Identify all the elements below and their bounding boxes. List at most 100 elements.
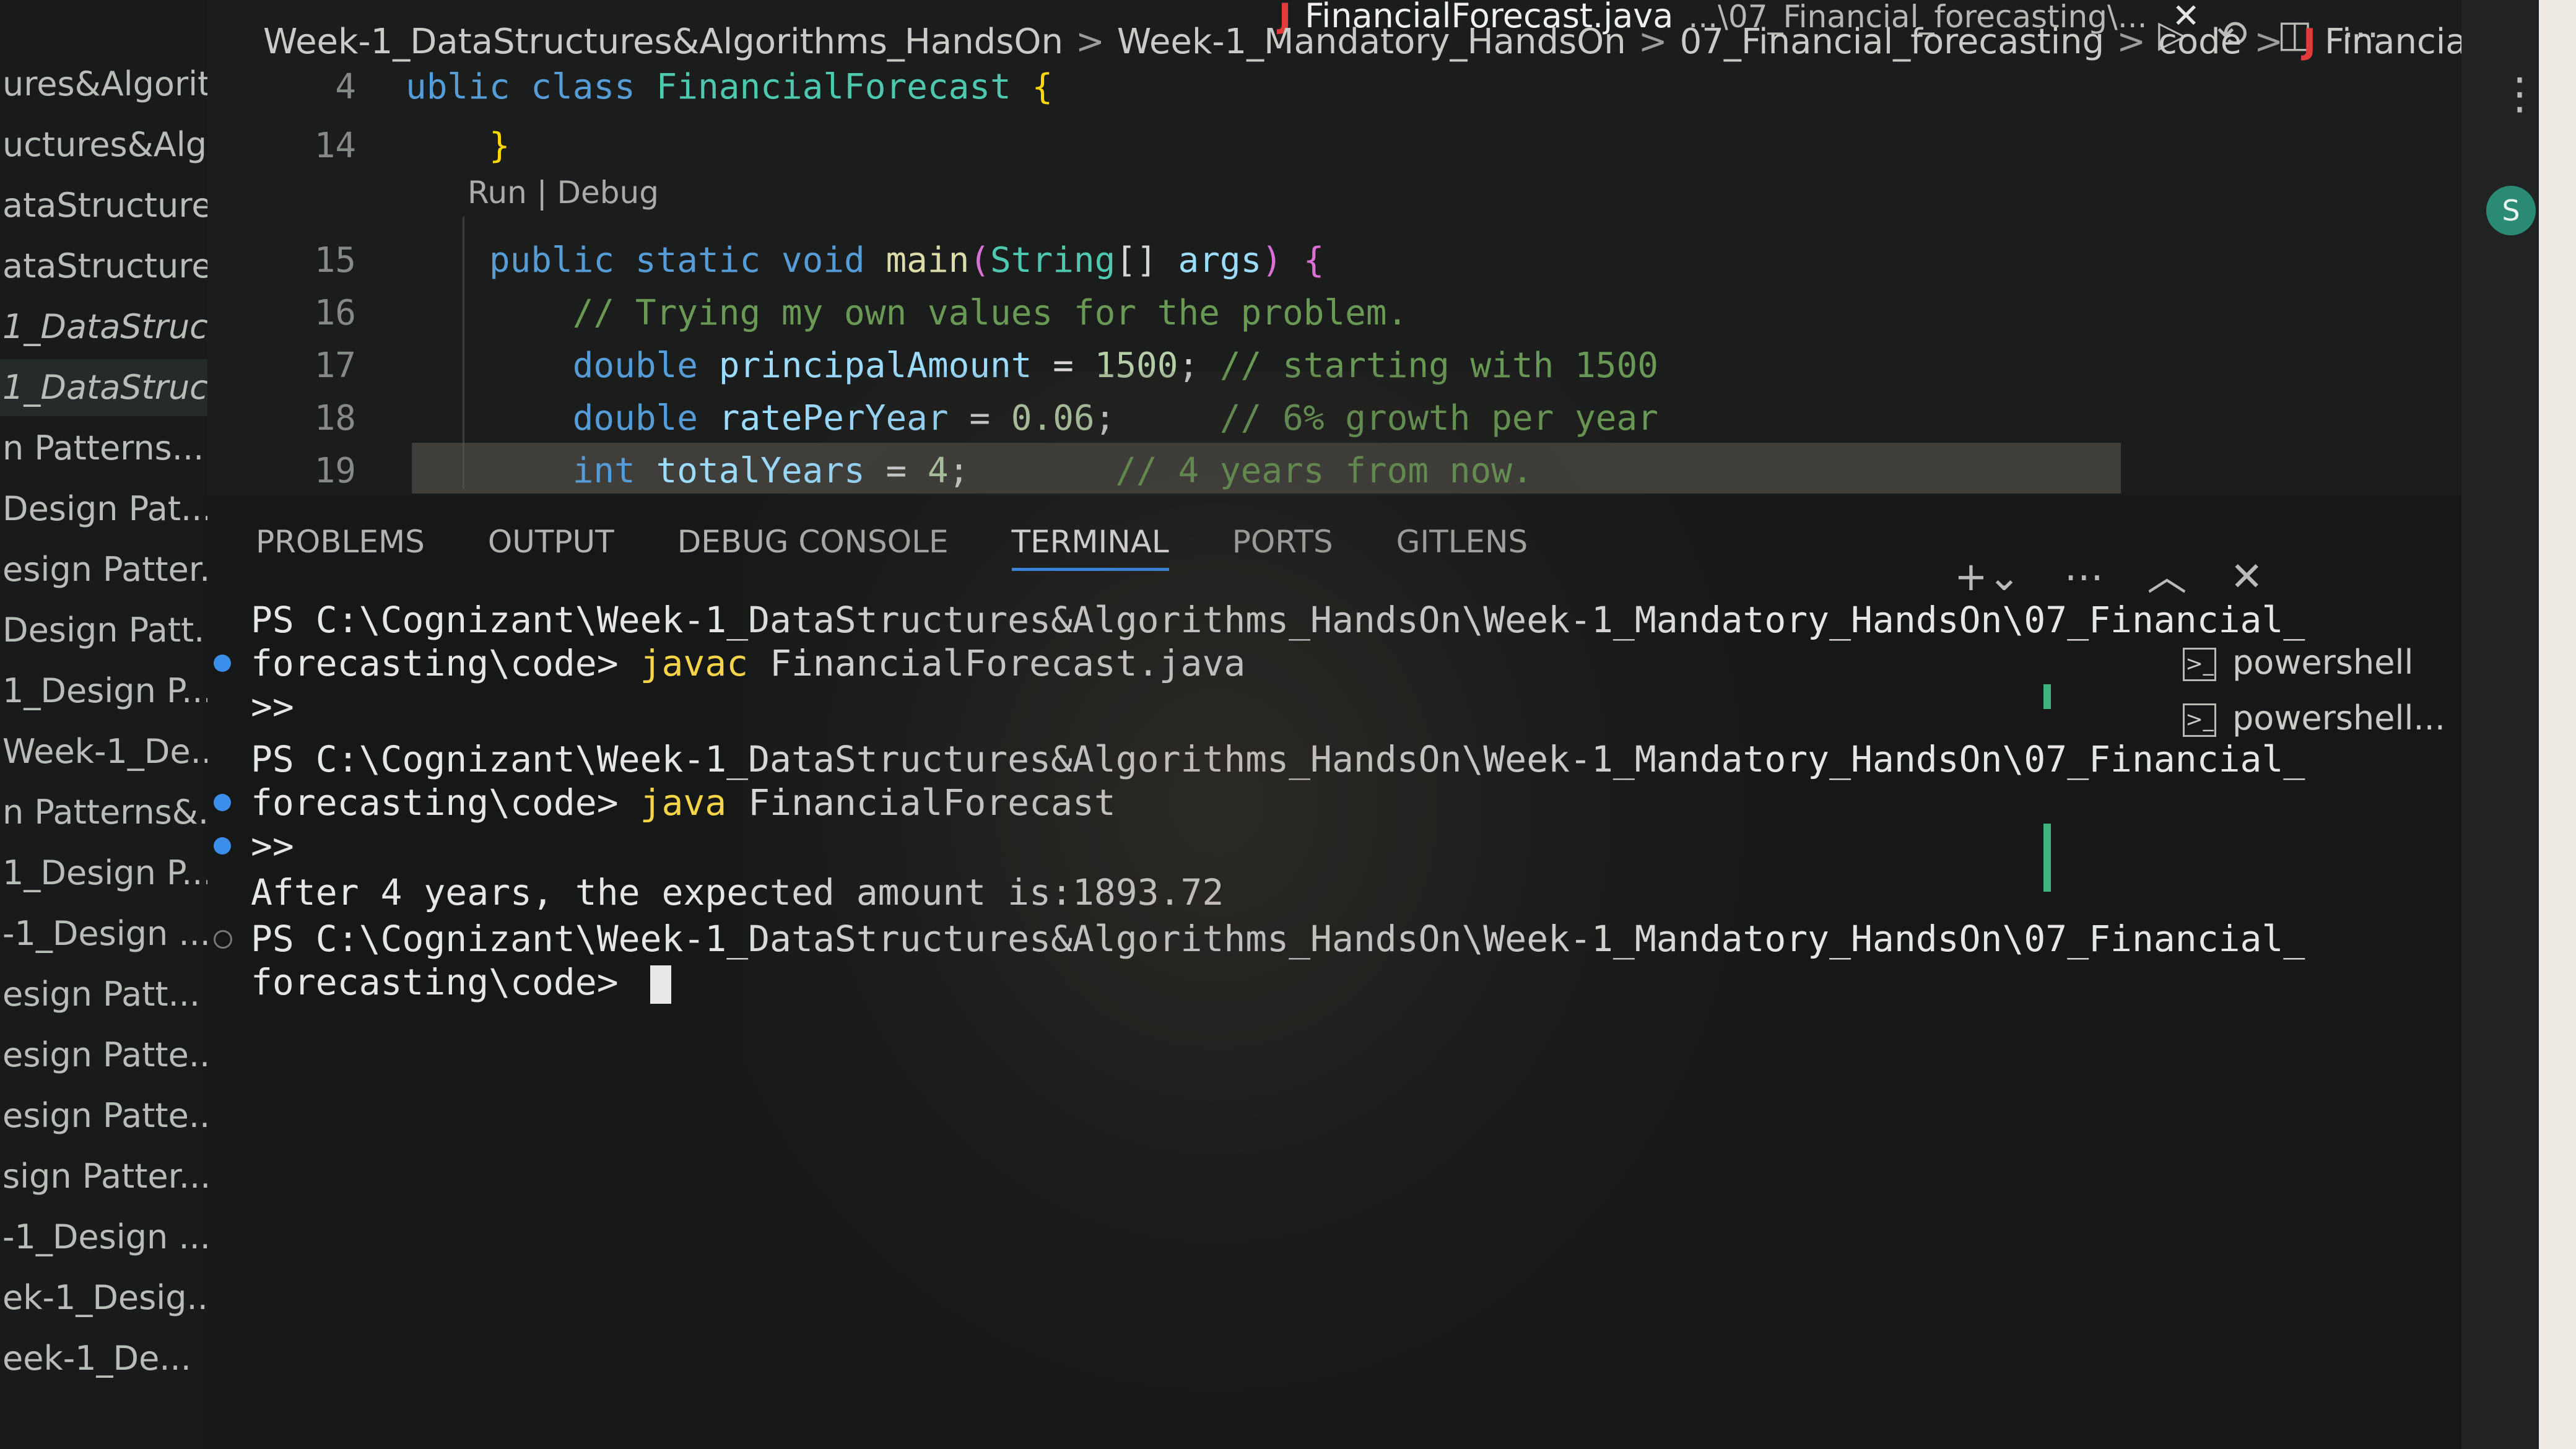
code-token: [] bbox=[1115, 240, 1178, 281]
code-token: double bbox=[572, 346, 719, 386]
terminal-text: >> bbox=[251, 825, 294, 867]
terminal-command: java bbox=[640, 781, 727, 824]
code-token: FinancialForecast bbox=[656, 67, 1032, 107]
new-terminal-icon[interactable]: +⌄ bbox=[1954, 554, 2021, 600]
code-text: int totalYears = 4; // 4 years from now. bbox=[406, 446, 1533, 497]
line-number: 19 bbox=[314, 451, 356, 491]
sidebar-item[interactable]: n Patterns&... bbox=[0, 784, 207, 841]
sidebar-item[interactable]: n Patterns... bbox=[0, 420, 207, 477]
breadcrumb-separator: > bbox=[2117, 22, 2146, 62]
sidebar-item[interactable]: sign Patter... bbox=[0, 1148, 207, 1205]
breadcrumb-item[interactable]: 07_Financial_forecasting bbox=[1680, 22, 2105, 62]
terminal-line: After 4 years, the expected amount is:18… bbox=[251, 870, 1224, 915]
terminal-line: forecasting\code> java FinancialForecast bbox=[251, 780, 1116, 825]
panel-tabs: PROBLEMS OUTPUT DEBUG CONSOLE TERMINAL PORTS… bbox=[256, 508, 1591, 576]
command-decoration[interactable] bbox=[214, 837, 231, 855]
avatar[interactable]: S bbox=[2486, 186, 2536, 235]
sidebar-item[interactable]: 1_DataStruc... bbox=[0, 298, 207, 355]
code-text: double ratePerYear = 0.06; // 6% growth … bbox=[406, 393, 1658, 444]
sidebar-item[interactable]: -1_Design ... bbox=[0, 905, 207, 962]
terminal-line: forecasting\code> bbox=[251, 960, 671, 1004]
line-number: 16 bbox=[314, 293, 356, 333]
code-token: = bbox=[1032, 346, 1095, 386]
close-panel-icon[interactable]: ✕ bbox=[2230, 554, 2263, 600]
terminal-text: PS C:\Cognizant\Week-1_DataStructures&Al… bbox=[251, 738, 2305, 780]
more-options-icon[interactable]: ⋮ bbox=[2498, 68, 2541, 119]
tab-gitlens[interactable]: GITLENS bbox=[1396, 508, 1528, 576]
breadcrumb-item[interactable]: Week-1_Mandatory_HandsOn bbox=[1117, 22, 1626, 62]
code-text: public static void main(String[] args) { bbox=[406, 235, 1325, 286]
editor-area: J FinancialForecast.java ...\07_Financial_… bbox=[207, 0, 2461, 495]
terminal-list-label: powershell bbox=[2232, 643, 2414, 682]
sidebar-item[interactable]: -1_Design ... bbox=[0, 1209, 207, 1266]
command-decoration[interactable] bbox=[214, 655, 231, 672]
terminal-line: >> bbox=[251, 824, 294, 868]
sidebar-item[interactable]: esign Patte... bbox=[0, 1027, 207, 1084]
terminal-args: FinancialForecast.java bbox=[748, 642, 1246, 684]
code-token: 1500 bbox=[1094, 346, 1178, 386]
explorer-sidebar: ures&Algorit...uctures&Alg...ataStructur… bbox=[0, 0, 207, 1449]
line-number: 4 bbox=[335, 67, 356, 107]
more-actions-icon[interactable]: ⋯ bbox=[2064, 554, 2104, 600]
sidebar-item[interactable]: ataStructures... bbox=[0, 177, 207, 234]
sidebar-item[interactable]: 1_Design P... bbox=[0, 663, 207, 720]
code-token: String bbox=[990, 240, 1116, 281]
code-text: // Trying my own values for the problem. bbox=[406, 288, 1408, 339]
sidebar-item[interactable]: uctures&Alg... bbox=[0, 116, 207, 173]
run-debug-codelens[interactable]: Run | Debug bbox=[468, 175, 659, 211]
code-token: // 6% growth per year bbox=[1219, 398, 1658, 438]
terminal-icon: >_ bbox=[2183, 703, 2216, 738]
sidebar-item[interactable]: esign Patte... bbox=[0, 1087, 207, 1144]
java-file-icon: J bbox=[2303, 22, 2316, 62]
sidebar-item[interactable]: Design Patt... bbox=[0, 602, 207, 659]
code-text: double principalAmount = 1500; // starti… bbox=[406, 341, 1658, 391]
code-token: static bbox=[635, 240, 781, 281]
terminal-text: forecasting\code> bbox=[251, 642, 640, 684]
command-decoration[interactable] bbox=[214, 930, 232, 949]
sidebar-item[interactable]: esign Patt... bbox=[0, 966, 207, 1023]
code-token: main bbox=[886, 240, 970, 281]
terminal-list-item[interactable]: >_ powershell bbox=[2183, 635, 2443, 690]
sidebar-item[interactable]: Week-1_De... bbox=[0, 723, 207, 780]
tab-output[interactable]: OUTPUT bbox=[488, 508, 614, 576]
code-text: } bbox=[406, 121, 510, 172]
sidebar-item[interactable]: ataStructure... bbox=[0, 238, 207, 295]
sidebar-item[interactable]: esign Patter... bbox=[0, 541, 207, 598]
breadcrumb-item[interactable]: Week-1_DataStructures&Algorithms_HandsOn bbox=[263, 22, 1063, 62]
tab-debug-console[interactable]: DEBUG CONSOLE bbox=[677, 508, 949, 576]
sidebar-item[interactable]: ures&Algorit... bbox=[0, 56, 207, 113]
tab-terminal[interactable]: TERMINAL bbox=[1011, 508, 1169, 576]
code-token: 0.06 bbox=[1011, 398, 1095, 438]
sidebar-item[interactable]: 1_Design P... bbox=[0, 845, 207, 902]
code-token: // 4 years from now. bbox=[1115, 451, 1533, 491]
sidebar-item[interactable]: 1_DataStruc... bbox=[0, 359, 207, 416]
tab-problems[interactable]: PROBLEMS bbox=[256, 508, 425, 576]
terminal-scroll-marker bbox=[2043, 684, 2051, 709]
terminal-text: After 4 years, the expected amount is:18… bbox=[251, 871, 1224, 913]
code-token: ratePerYear bbox=[718, 398, 949, 438]
panel-actions: +⌄ ⋯ ︿ ✕ bbox=[1911, 545, 2263, 602]
breadcrumb-item[interactable]: code bbox=[2158, 22, 2242, 62]
code-token: 4 bbox=[927, 451, 949, 491]
code-token: = bbox=[948, 398, 1011, 438]
breadcrumb-item[interactable]: FinancialForecast.java bbox=[2325, 22, 2461, 62]
terminal-list-item[interactable]: >_ powershell... bbox=[2183, 690, 2445, 746]
code-token: void bbox=[781, 240, 886, 281]
command-decoration[interactable] bbox=[214, 794, 231, 811]
sidebar-item[interactable]: ek-1_Desig... bbox=[0, 1269, 207, 1326]
breadcrumb-separator: > bbox=[1638, 22, 1668, 62]
sidebar-item[interactable]: Design Pat... bbox=[0, 481, 207, 537]
code-token: double bbox=[572, 398, 719, 438]
terminal-text: forecasting\code> bbox=[251, 961, 640, 1003]
sidebar-item[interactable]: eek-1_De... bbox=[0, 1330, 207, 1387]
code-text: ublic class FinancialForecast { bbox=[406, 62, 1053, 113]
terminal-line: forecasting\code> javac FinancialForecas… bbox=[251, 641, 1245, 685]
tab-ports[interactable]: PORTS bbox=[1232, 508, 1333, 576]
maximize-panel-icon[interactable]: ︿ bbox=[2147, 554, 2187, 600]
code-token: ; bbox=[948, 451, 1116, 491]
